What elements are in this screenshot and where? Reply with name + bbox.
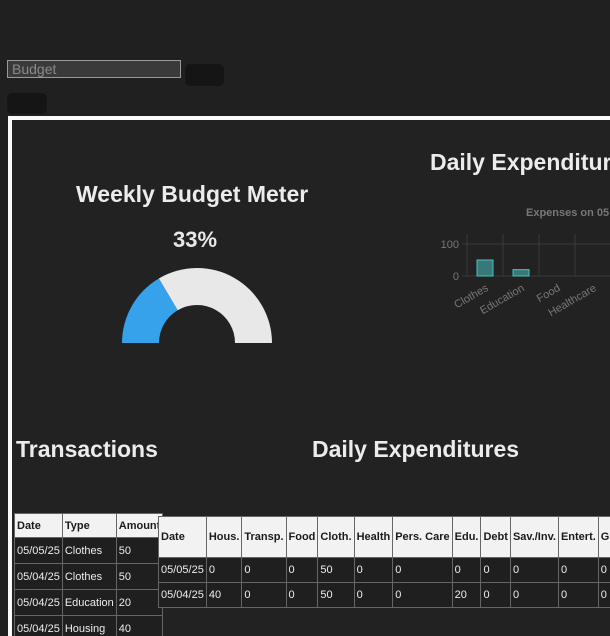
table-cell: 50 xyxy=(116,538,163,564)
table-cell: 0 xyxy=(286,558,318,583)
column-header: Food xyxy=(286,517,318,558)
table-row: 05/04/25Clothes50 xyxy=(15,564,163,590)
budget-meter-percent: 33% xyxy=(173,227,217,253)
chart-title: Expenses on 05 xyxy=(526,207,609,219)
column-header: Cloth. xyxy=(318,517,354,558)
column-header: Pers. Care xyxy=(393,517,452,558)
bar xyxy=(513,270,529,276)
daily-expenditure-chart-title: Daily Expenditur xyxy=(430,149,610,176)
table-cell: 40 xyxy=(116,616,163,636)
column-header: Debt xyxy=(481,517,510,558)
table-cell: 0 xyxy=(393,583,452,608)
transactions-table: DateTypeAmount 05/05/25Clothes5005/04/25… xyxy=(14,513,163,636)
table-cell: 50 xyxy=(116,564,163,590)
column-header: Date xyxy=(15,514,63,538)
bar xyxy=(477,260,493,276)
table-row: 05/05/25Clothes50 xyxy=(15,538,163,564)
budget-gauge xyxy=(112,260,282,350)
table-cell: 0 xyxy=(510,583,558,608)
table-cell: 05/05/25 xyxy=(15,538,63,564)
table-cell: 40 xyxy=(206,583,242,608)
table-row: 05/04/2540005000200000 xyxy=(159,583,610,608)
table-cell: 20 xyxy=(452,583,481,608)
gauge-track xyxy=(159,268,272,343)
table-cell: 0 xyxy=(558,583,598,608)
table-row: 05/05/25000500000000 xyxy=(159,558,610,583)
table-row: 05/04/25Housing40 xyxy=(15,616,163,636)
column-header: Type xyxy=(62,514,116,538)
column-header: Hous. xyxy=(206,517,242,558)
table-cell: 05/04/25 xyxy=(15,564,63,590)
table-cell: 0 xyxy=(242,558,286,583)
table-cell: 0 xyxy=(481,558,510,583)
column-header: Entert. xyxy=(558,517,598,558)
column-header: Sav./Inv. xyxy=(510,517,558,558)
table-cell: Clothes xyxy=(62,538,116,564)
table-row: 05/04/25Education20 xyxy=(15,590,163,616)
table-cell: 0 xyxy=(354,558,393,583)
table-cell: Clothes xyxy=(62,564,116,590)
table-cell: Housing xyxy=(62,616,116,636)
column-header: Health xyxy=(354,517,393,558)
daily-expenditures-table: DateHous.Transp.FoodCloth.HealthPers. Ca… xyxy=(158,516,610,608)
table-cell: 0 xyxy=(558,558,598,583)
table-cell: 0 xyxy=(286,583,318,608)
table-cell: 0 xyxy=(598,558,610,583)
dashboard-panel: Weekly Budget Meter 33% Daily Expenditur… xyxy=(8,116,610,636)
transactions-title: Transactions xyxy=(16,436,158,463)
table-cell: 0 xyxy=(598,583,610,608)
column-header: Gifts/Don. xyxy=(598,517,610,558)
column-header: Transp. xyxy=(242,517,286,558)
daily-expense-chart: Expenses on 050100ClothesEducationFoodHe… xyxy=(412,190,610,370)
budget-meter-title: Weekly Budget Meter xyxy=(76,181,308,208)
table-cell: 0 xyxy=(452,558,481,583)
menu-button[interactable] xyxy=(7,93,47,114)
table-cell: 05/04/25 xyxy=(15,590,63,616)
submit-budget-button[interactable] xyxy=(185,64,224,86)
table-cell: 05/05/25 xyxy=(159,558,207,583)
table-cell: 0 xyxy=(242,583,286,608)
table-cell: 05/04/25 xyxy=(15,616,63,636)
y-tick-label: 100 xyxy=(441,239,459,251)
daily-expenditures-title: Daily Expenditures xyxy=(312,436,519,463)
budget-input[interactable] xyxy=(7,60,181,78)
column-header: Amount xyxy=(116,514,163,538)
column-header: Date xyxy=(159,517,207,558)
table-cell: 05/04/25 xyxy=(159,583,207,608)
table-cell: 0 xyxy=(481,583,510,608)
column-header: Edu. xyxy=(452,517,481,558)
y-tick-label: 0 xyxy=(453,271,459,283)
table-cell: 50 xyxy=(318,558,354,583)
table-cell: 0 xyxy=(206,558,242,583)
table-cell: 50 xyxy=(318,583,354,608)
table-cell: 20 xyxy=(116,590,163,616)
table-cell: 0 xyxy=(393,558,452,583)
table-cell: 0 xyxy=(354,583,393,608)
table-cell: Education xyxy=(62,590,116,616)
table-cell: 0 xyxy=(510,558,558,583)
